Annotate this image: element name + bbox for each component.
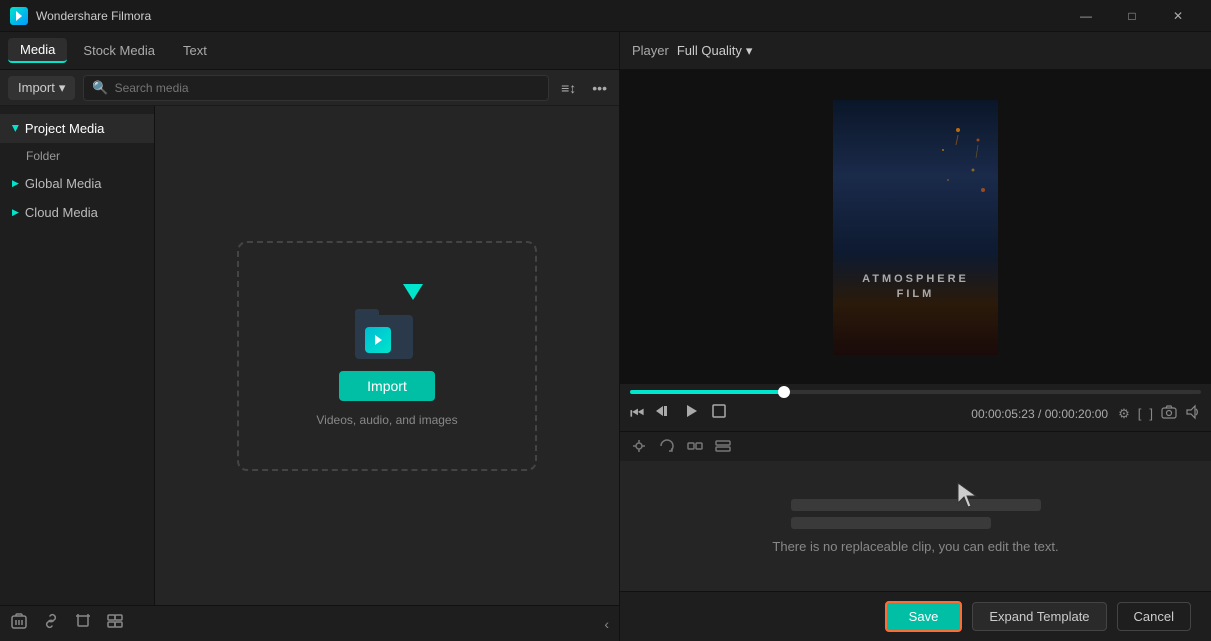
- audio-icon-button[interactable]: [630, 437, 648, 458]
- controls-left: ⏮: [630, 402, 728, 425]
- template-overlay: There is no replaceable clip, you can ed…: [620, 461, 1211, 591]
- more-button[interactable]: •••: [588, 78, 611, 98]
- multicam-button[interactable]: [106, 612, 124, 635]
- new-bin-button[interactable]: [10, 612, 28, 635]
- frame-back-button[interactable]: [654, 402, 672, 425]
- chevron-down-icon: ▾: [59, 80, 66, 96]
- right-panel: Player Full Quality ▾: [620, 32, 1211, 641]
- tab-media[interactable]: Media: [8, 38, 67, 63]
- collapse-panel-button[interactable]: ‹: [604, 616, 609, 632]
- bracket-open-button[interactable]: [: [1138, 406, 1142, 421]
- rewind-button[interactable]: ⏮: [630, 405, 644, 423]
- template-message: There is no replaceable clip, you can ed…: [772, 539, 1058, 554]
- tab-stock-media[interactable]: Stock Media: [71, 39, 167, 62]
- loop-icon-button[interactable]: [658, 437, 676, 458]
- folder-tab: [355, 309, 379, 317]
- media-content: Import Videos, audio, and images: [155, 106, 619, 605]
- progress-thumb[interactable]: [778, 386, 790, 398]
- save-button[interactable]: Save: [885, 601, 963, 632]
- project-media-label: Project Media: [25, 121, 104, 136]
- drop-zone-icon: [347, 284, 427, 359]
- preview-text-atmosphere: ATMOSPHERE: [833, 273, 998, 285]
- window-controls: — □ ✕: [1063, 0, 1201, 32]
- sidebar-item-folder[interactable]: Folder: [0, 143, 154, 169]
- spark-effect: [928, 120, 988, 200]
- timeline-toolbar: [620, 432, 1211, 464]
- settings-button[interactable]: ⚙: [1118, 406, 1130, 422]
- sidebar: ▶ Project Media Folder ▶ Global Media ▶ …: [0, 106, 155, 605]
- player-header: Player Full Quality ▾: [620, 32, 1211, 70]
- title-bar-left: Wondershare Filmora: [10, 7, 151, 25]
- player-controls-bar: ⏮: [620, 384, 1211, 431]
- action-bar: Save Expand Template Cancel: [620, 591, 1211, 641]
- cloud-expand-arrow-icon: ▶: [12, 207, 19, 218]
- video-preview: ATMOSPHERE FILM: [620, 70, 1211, 384]
- minimize-button[interactable]: —: [1063, 0, 1109, 32]
- expand-template-button[interactable]: Expand Template: [972, 602, 1106, 631]
- import-big-button[interactable]: Import: [339, 371, 435, 401]
- template-bar-1: [791, 499, 1041, 511]
- play-button[interactable]: [682, 402, 700, 425]
- multicam-timeline-button[interactable]: [714, 437, 732, 458]
- panel-body: ▶ Project Media Folder ▶ Global Media ▶ …: [0, 106, 619, 605]
- sidebar-item-project-media[interactable]: ▶ Project Media: [0, 114, 154, 143]
- split-icon-button[interactable]: [686, 437, 704, 458]
- tabs-row: Media Stock Media Text: [0, 32, 619, 70]
- time-display: 00:00:05:23 / 00:00:20:00: [971, 407, 1108, 421]
- drop-zone[interactable]: Import Videos, audio, and images: [237, 241, 537, 471]
- drop-zone-text: Videos, audio, and images: [316, 413, 457, 427]
- arrow-down-icon: [403, 284, 423, 311]
- import-button[interactable]: Import ▾: [8, 76, 75, 100]
- quality-label: Full Quality: [677, 43, 742, 58]
- quality-select[interactable]: Full Quality ▾: [677, 43, 753, 59]
- progress-bar[interactable]: [630, 390, 1201, 394]
- volume-button[interactable]: [1185, 404, 1201, 423]
- template-bar-2: [791, 517, 991, 529]
- cursor-indicator: [956, 481, 978, 514]
- toolbar-row: Import ▾ 🔍 ≡↕ •••: [0, 70, 619, 106]
- link-button[interactable]: [42, 612, 60, 635]
- player-label: Player: [632, 43, 669, 58]
- search-bar: 🔍: [83, 75, 549, 101]
- crop-button[interactable]: [74, 612, 92, 635]
- global-expand-arrow-icon: ▶: [12, 178, 19, 189]
- search-input[interactable]: [115, 81, 541, 95]
- sidebar-item-global-media[interactable]: ▶ Global Media: [0, 169, 154, 198]
- controls-row: ⏮: [630, 402, 1201, 425]
- filmora-app-icon: [10, 7, 28, 25]
- crop-view-button[interactable]: [710, 402, 728, 425]
- global-media-label: Global Media: [25, 176, 102, 191]
- template-content: There is no replaceable clip, you can ed…: [620, 464, 1211, 591]
- total-time: 00:00:20:00: [1045, 407, 1108, 421]
- app-title: Wondershare Filmora: [36, 9, 151, 23]
- sidebar-item-cloud-media[interactable]: ▶ Cloud Media: [0, 198, 154, 227]
- expand-arrow-icon: ▶: [10, 125, 21, 132]
- cloud-media-label: Cloud Media: [25, 205, 98, 220]
- maximize-button[interactable]: □: [1109, 0, 1155, 32]
- preview-image: ATMOSPHERE FILM: [833, 100, 998, 355]
- folder-label: Folder: [26, 149, 60, 163]
- progress-fill: [630, 390, 784, 394]
- main-layout: Media Stock Media Text Import ▾ 🔍 ≡↕ •••…: [0, 32, 1211, 641]
- quality-arrow-icon: ▾: [746, 43, 753, 59]
- bottom-toolbar: ‹: [0, 605, 619, 641]
- current-time: 00:00:05:23: [971, 407, 1034, 421]
- cancel-button[interactable]: Cancel: [1117, 602, 1191, 631]
- filmora-logo-overlay: [365, 327, 391, 353]
- close-button[interactable]: ✕: [1155, 0, 1201, 32]
- snapshot-button[interactable]: [1161, 404, 1177, 423]
- tab-text[interactable]: Text: [171, 39, 219, 62]
- left-panel: Media Stock Media Text Import ▾ 🔍 ≡↕ •••…: [0, 32, 620, 641]
- title-bar: Wondershare Filmora — □ ✕: [0, 0, 1211, 32]
- template-bars: [791, 499, 1041, 529]
- bracket-close-button[interactable]: ]: [1149, 406, 1153, 421]
- import-label: Import: [18, 80, 55, 95]
- time-separator: /: [1038, 407, 1045, 421]
- filter-button[interactable]: ≡↕: [557, 78, 580, 98]
- preview-text-film: FILM: [833, 288, 998, 300]
- controls-right: ⚙ [ ]: [1118, 404, 1201, 423]
- search-icon: 🔍: [92, 80, 108, 96]
- timeline-area: There is no replaceable clip, you can ed…: [620, 431, 1211, 591]
